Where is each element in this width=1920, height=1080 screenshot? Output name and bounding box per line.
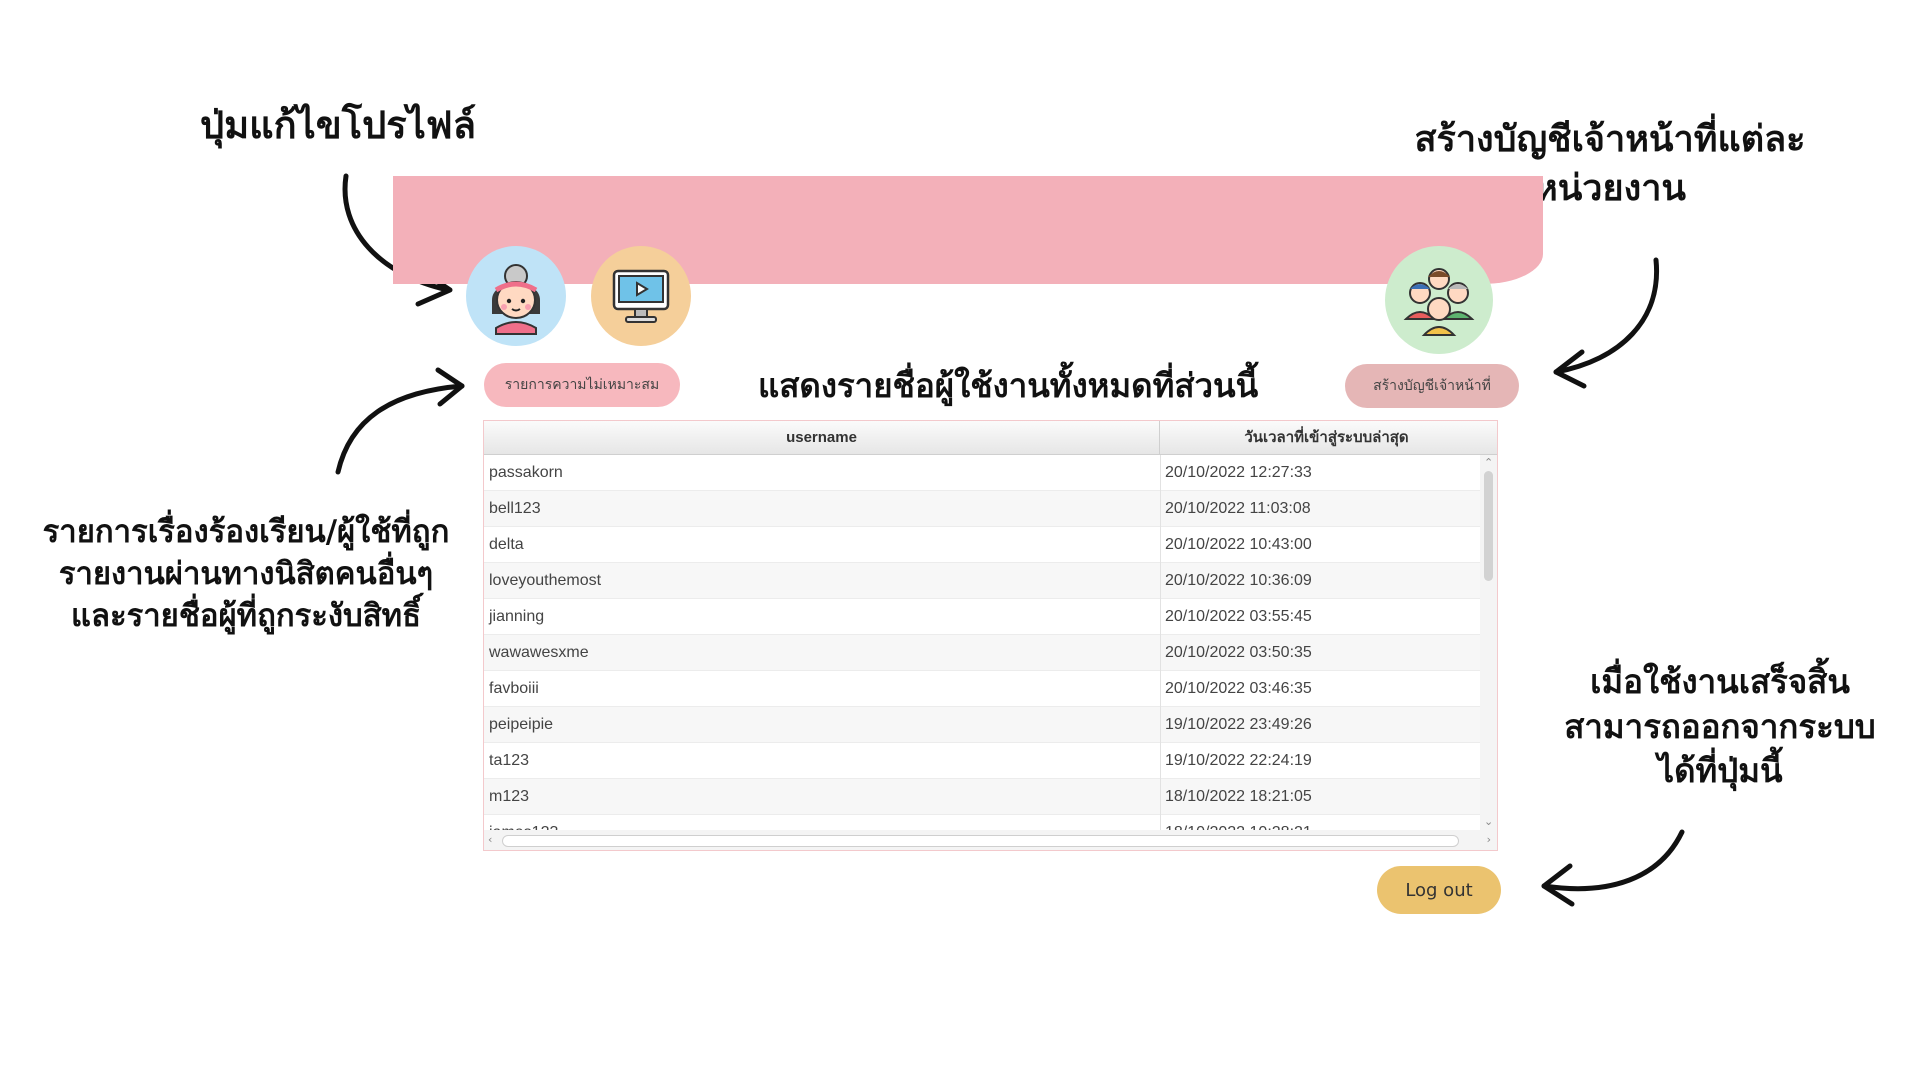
annotation-reports: รายการเรื่องร้องเรียน/ผู้ใช้ที่ถูก รายงา… — [6, 512, 486, 638]
cell-last-login: 19/10/2022 23:49:26 — [1165, 716, 1312, 733]
scroll-up-icon[interactable]: ⌃ — [1484, 457, 1493, 468]
table-row[interactable]: delta 20/10/2022 10:43:00 — [484, 527, 1480, 563]
cell-last-login: 19/10/2022 22:24:19 — [1165, 752, 1312, 769]
cell-username: peipeipie — [489, 716, 554, 733]
column-divider — [1160, 455, 1161, 830]
arrow-to-reports — [335, 383, 465, 475]
horizontal-scroll-thumb[interactable] — [502, 835, 1459, 847]
annotation-reports-line2: รายงานผ่านทางนิสิตคนอื่นๆ — [58, 555, 434, 592]
cell-username: delta — [489, 536, 524, 553]
cell-last-login: 20/10/2022 03:46:35 — [1165, 680, 1312, 697]
annotation-logout-line1: เมื่อใช้งานเสร็จสิ้น — [1590, 662, 1850, 701]
table-row[interactable]: favboiii 20/10/2022 03:46:35 — [484, 671, 1480, 707]
table-row[interactable]: james123 18/10/2022 10:28:21 — [484, 815, 1480, 830]
cell-username: bell123 — [489, 500, 541, 517]
cell-username: m123 — [489, 788, 530, 805]
annotation-profile-button: ปุ่มแก้ไขโปรไฟล์ — [200, 103, 477, 147]
cell-username: loveyouthemost — [489, 572, 602, 589]
arrow-to-staff — [1553, 257, 1660, 375]
cell-last-login: 20/10/2022 03:55:45 — [1165, 608, 1312, 625]
staff-accounts-icon-button[interactable] — [1385, 246, 1493, 354]
annotation-create-staff-line1: สร้างบัญชีเจ้าหน้าที่แต่ละ — [1414, 119, 1806, 160]
table-row[interactable]: peipeipie 19/10/2022 23:49:26 — [484, 707, 1480, 743]
cell-username: passakorn — [489, 464, 563, 481]
table-row[interactable]: jianning 20/10/2022 03:55:45 — [484, 599, 1480, 635]
cell-username: favboiii — [489, 680, 539, 697]
cell-last-login: 18/10/2022 18:21:05 — [1165, 788, 1312, 805]
scroll-down-icon[interactable]: ⌄ — [1484, 816, 1493, 827]
horizontal-scrollbar[interactable]: ‹ › — [484, 830, 1497, 850]
annotation-logout-line3: ได้ที่ปุ่มนี้ — [1657, 751, 1783, 791]
table-row[interactable]: wawawesxme 20/10/2022 03:50:35 — [484, 635, 1480, 671]
table-header: username วันเวลาที่เข้าสู่ระบบล่าสุด — [484, 421, 1497, 455]
monitor-icon — [612, 269, 670, 323]
cell-last-login: 18/10/2022 10:28:21 — [1165, 815, 1312, 830]
cell-last-login: 20/10/2022 10:36:09 — [1165, 572, 1312, 589]
annotation-reports-line1: รายการเรื่องร้องเรียน/ผู้ใช้ที่ถูก — [42, 514, 450, 550]
cell-username: ta123 — [489, 752, 530, 769]
admin-avatar-icon — [492, 264, 540, 335]
column-header-last-login[interactable]: วันเวลาที่เข้าสู่ระบบล่าสุด — [1160, 421, 1493, 454]
vertical-scroll-thumb[interactable] — [1484, 471, 1493, 581]
table-row[interactable]: loveyouthemost 20/10/2022 10:36:09 — [484, 563, 1480, 599]
table-row[interactable]: ta123 19/10/2022 22:24:19 — [484, 743, 1480, 779]
create-staff-button[interactable]: สร้างบัญชีเจ้าหน้าที่ — [1345, 364, 1519, 408]
table-row[interactable]: bell123 20/10/2022 11:03:08 — [484, 491, 1480, 527]
annotation-logout-line2: สามารถออกจากระบบ — [1564, 706, 1876, 746]
annotation-reports-line3: และรายชื่อผู้ที่ถูกระงับสิทธิ์ — [70, 597, 422, 634]
table-row[interactable]: m123 18/10/2022 18:21:05 — [484, 779, 1480, 815]
users-table[interactable]: username วันเวลาที่เข้าสู่ระบบล่าสุด pas… — [483, 420, 1498, 851]
cell-username: wawawesxme — [489, 644, 589, 661]
table-row[interactable]: passakorn 20/10/2022 12:27:33 — [484, 455, 1480, 491]
vertical-scrollbar[interactable]: ⌃ ⌄ — [1480, 455, 1497, 830]
reports-button[interactable]: รายการความไม่เหมาะสม — [484, 363, 680, 407]
cell-username: jianning — [489, 608, 545, 625]
cell-last-login: 20/10/2022 10:43:00 — [1165, 536, 1312, 553]
scroll-right-icon[interactable]: › — [1487, 834, 1491, 845]
column-header-username[interactable]: username — [484, 421, 1160, 454]
annotation-logout: เมื่อใช้งานเสร็จสิ้น สามารถออกจากระบบ ได… — [1540, 660, 1900, 794]
logout-button[interactable]: Log out — [1377, 866, 1501, 914]
cell-last-login: 20/10/2022 03:50:35 — [1165, 644, 1312, 661]
scroll-left-icon[interactable]: ‹ — [488, 834, 492, 845]
arrow-to-logout — [1541, 829, 1685, 892]
monitor-button[interactable] — [591, 246, 691, 346]
header-banner — [393, 176, 1543, 284]
cell-last-login: 20/10/2022 11:03:08 — [1165, 500, 1311, 517]
profile-button[interactable] — [466, 246, 566, 346]
table-body: passakorn 20/10/2022 12:27:33 bell123 20/1… — [484, 455, 1480, 830]
annotation-table-caption: แสดงรายชื่อผู้ใช้งานทั้งหมดที่ส่วนนี้ — [758, 366, 1259, 405]
staff-group-icon — [1403, 268, 1475, 336]
cell-last-login: 20/10/2022 12:27:33 — [1165, 464, 1312, 481]
cell-username: james123 — [489, 815, 558, 830]
